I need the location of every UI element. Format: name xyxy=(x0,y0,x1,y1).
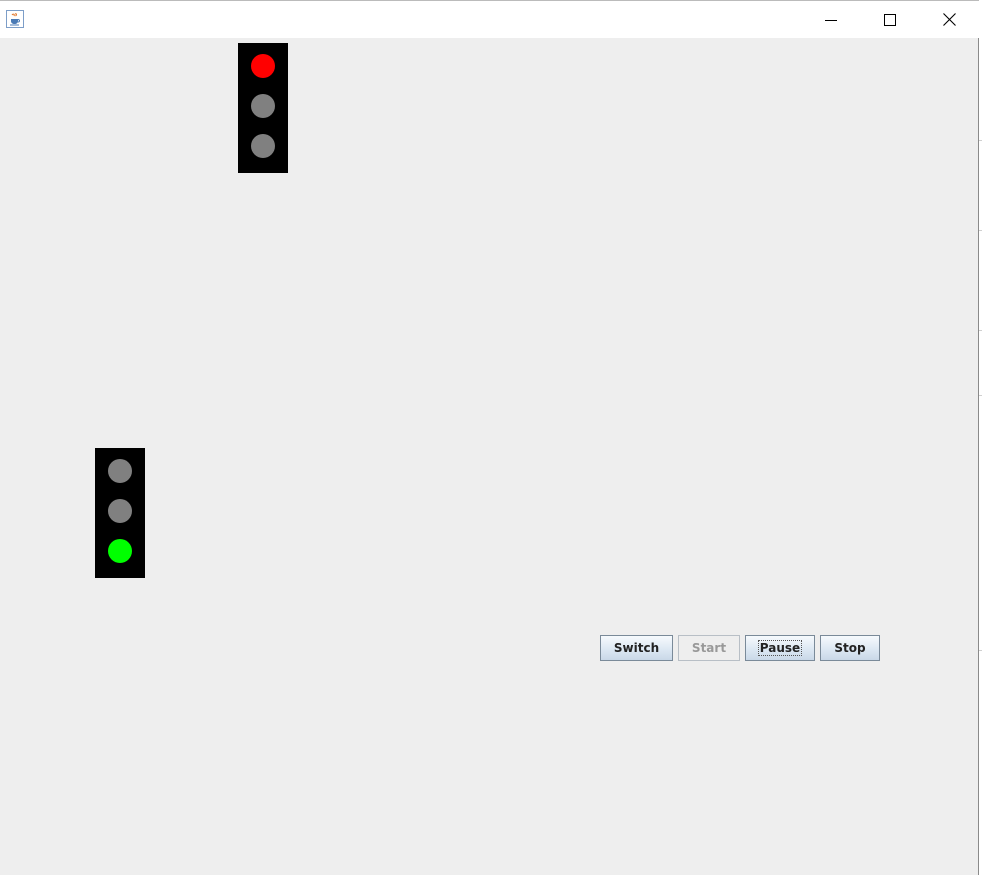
traffic-panel: Switch Start Pause Stop xyxy=(0,38,978,875)
pause-button-label: Pause xyxy=(757,640,803,656)
close-button[interactable] xyxy=(920,1,978,38)
north-middle-lamp xyxy=(251,94,275,118)
switch-button-label: Switch xyxy=(613,641,660,655)
west-middle-lamp xyxy=(108,499,132,523)
north-bottom-lamp xyxy=(251,134,275,158)
switch-button[interactable]: Switch xyxy=(600,635,673,661)
maximize-button[interactable] xyxy=(861,1,919,38)
west-bottom-lamp xyxy=(108,539,132,563)
north-top-lamp xyxy=(251,54,275,78)
west-top-lamp xyxy=(108,459,132,483)
title-bar[interactable] xyxy=(0,0,979,38)
stop-button[interactable]: Stop xyxy=(820,635,880,661)
start-button-label: Start xyxy=(691,641,727,655)
minimize-button[interactable] xyxy=(802,1,860,38)
close-icon xyxy=(942,13,956,26)
start-button[interactable]: Start xyxy=(678,635,740,661)
stop-button-label: Stop xyxy=(834,641,866,655)
maximize-icon xyxy=(884,13,896,26)
pause-button[interactable]: Pause xyxy=(745,635,815,661)
traffic-light-north xyxy=(238,43,288,173)
app-window: Switch Start Pause Stop xyxy=(0,0,979,875)
java-app-icon[interactable] xyxy=(6,10,24,28)
traffic-light-west xyxy=(95,448,145,578)
minimize-icon xyxy=(825,19,837,21)
